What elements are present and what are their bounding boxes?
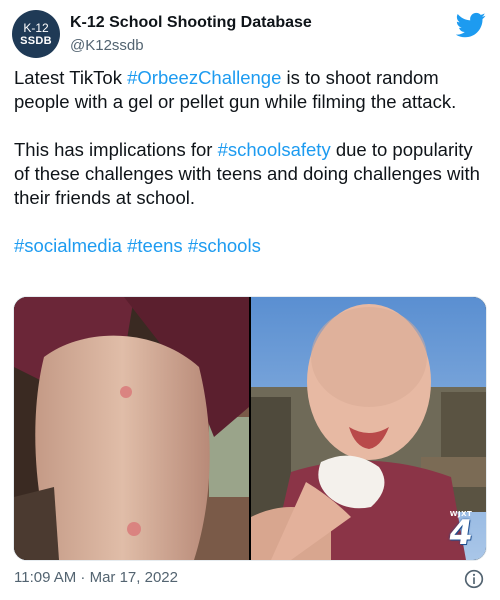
tweet-paragraph-1: Latest TikTok #OrbeezChallenge is to sho… [14,66,488,114]
avatar[interactable]: K-12 SSDB [12,10,60,58]
child-with-tissue-photo[interactable]: WJXT 4 [251,297,486,560]
hashtag-link[interactable]: #teens [127,235,183,256]
author-info: K-12 School Shooting Database @K12ssdb [70,13,312,56]
watermark-number: 4 [446,513,476,553]
twitter-bird-icon[interactable] [456,10,486,40]
user-handle[interactable]: @K12ssdb [70,36,312,56]
avatar-line2: SSDB [20,34,52,47]
text-segment: This has implications for [14,139,218,160]
info-icon[interactable] [464,569,484,589]
tweet-card: K-12 SSDB K-12 School Shooting Database … [0,0,500,600]
text-segment: Latest TikTok [14,67,128,88]
hashtag-link[interactable]: #socialmedia [14,235,122,256]
tweet-paragraph-2: This has implications for #schoolsafety … [14,138,488,210]
tweet-text: Latest TikTok #OrbeezChallenge is to sho… [14,66,488,258]
avatar-line1: K-12 [23,20,49,35]
media-grid: WJXT 4 [13,296,487,561]
hashtag-link[interactable]: #OrbeezChallenge [127,67,281,88]
hashtag-link[interactable]: #schoolsafety [218,139,331,160]
station-watermark: WJXT 4 [444,510,478,553]
arm-with-welts-photo[interactable] [14,297,249,560]
tweet-paragraph-3: #socialmedia #teens #schools [14,234,488,258]
display-name[interactable]: K-12 School Shooting Database [70,13,312,33]
hashtag-link[interactable]: #schools [188,235,261,256]
tweet-timestamp[interactable]: 11:09 AM · Mar 17, 2022 [14,569,178,586]
